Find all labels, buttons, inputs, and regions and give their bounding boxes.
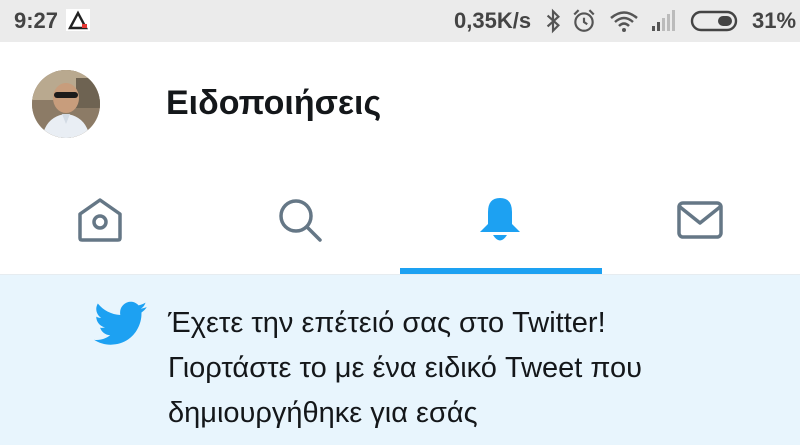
- mail-icon: [677, 201, 723, 239]
- alarm-icon: [573, 9, 595, 32]
- status-time: 9:27: [14, 8, 59, 33]
- tab-home[interactable]: [0, 166, 200, 274]
- status-bar: 9:27 0,35K/s 31%: [0, 0, 800, 42]
- twitter-bird-icon: [94, 301, 148, 345]
- profile-photo: [32, 70, 100, 138]
- bell-icon: [480, 198, 520, 241]
- notification-text: Έχετε την επέτειό σας στο Twitter! Γιορτ…: [168, 301, 788, 436]
- notification-line-3: δημιουργήθηκε για εσάς: [168, 397, 478, 429]
- network-speed: 0,35K/s: [454, 8, 532, 33]
- signal-icon: [652, 10, 675, 31]
- app-notification-icon: [66, 9, 90, 31]
- battery-icon: [690, 10, 738, 32]
- header: Ειδοποιήσεις: [0, 42, 800, 166]
- notification-line-2: Γιορτάστε το με ένα ειδικό Tweet που: [168, 352, 643, 384]
- search-icon: [279, 199, 322, 242]
- tab-notifications[interactable]: [400, 166, 600, 274]
- bluetooth-icon: [546, 8, 560, 34]
- page-title: Ειδοποιήσεις: [166, 84, 382, 122]
- wifi-icon: [610, 11, 638, 32]
- tab-messages[interactable]: [600, 166, 800, 274]
- tab-search[interactable]: [200, 166, 400, 274]
- avatar[interactable]: [32, 70, 100, 138]
- home-icon: [78, 198, 122, 242]
- anniversary-notification[interactable]: Έχετε την επέτειό σας στο Twitter! Γιορτ…: [0, 275, 800, 445]
- battery-percent: 31%: [752, 8, 797, 33]
- active-tab-indicator: [400, 268, 602, 274]
- tab-bar: [0, 166, 800, 275]
- notification-line-1: Έχετε την επέτειό σας στο Twitter!: [168, 307, 606, 339]
